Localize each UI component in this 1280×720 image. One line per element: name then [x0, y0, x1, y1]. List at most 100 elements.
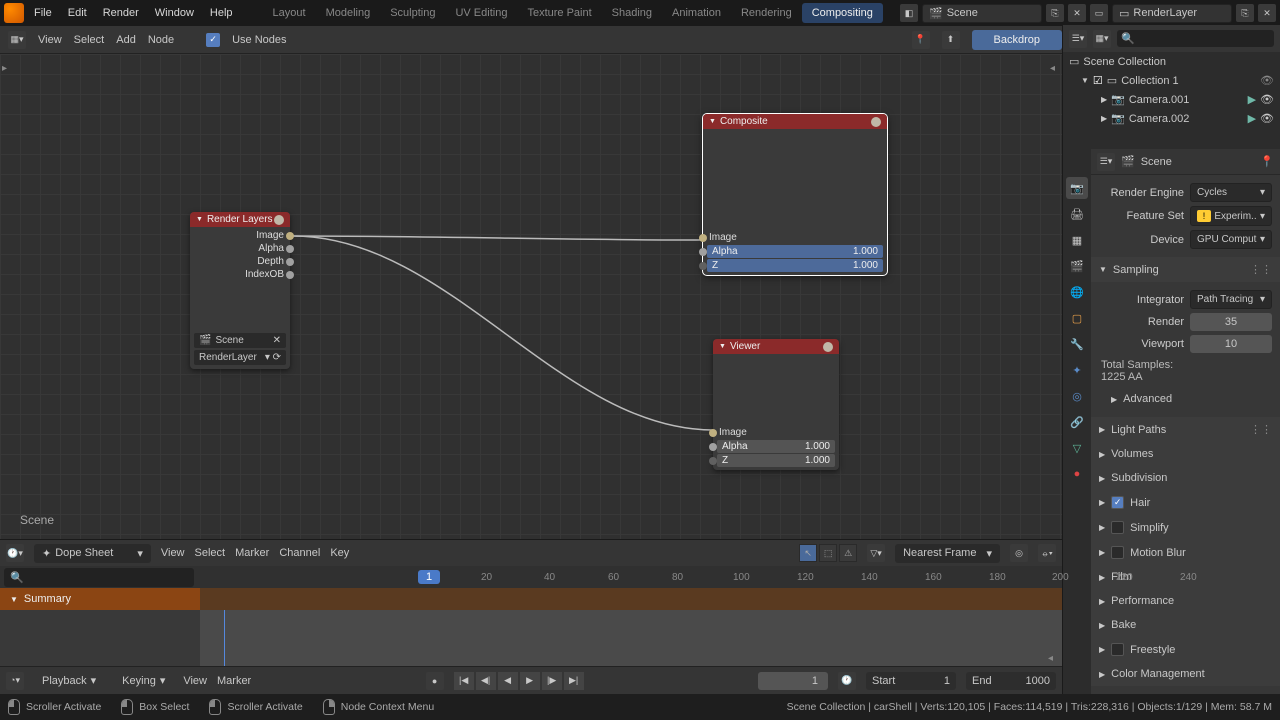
app-icon[interactable] [4, 3, 24, 23]
node-preview-toggle[interactable] [871, 117, 881, 127]
outliner-editor-type-icon[interactable]: ☰▾ [1069, 30, 1087, 48]
prop-tab-material[interactable]: ● [1066, 463, 1088, 485]
panel-motion-blur[interactable]: ▶Motion Blur [1091, 540, 1280, 565]
node-canvas[interactable]: ▼Render Layers Image Alpha Depth IndexOB… [0, 54, 1062, 539]
summary-channel[interactable]: ▼Summary [0, 588, 200, 610]
options-icon[interactable]: ⋮⋮ [1250, 423, 1272, 436]
layer-browse-icon[interactable]: ▭ [1090, 4, 1108, 22]
prop-tab-scene[interactable]: 🎬 [1066, 255, 1088, 277]
next-key-icon[interactable]: |▶ [542, 672, 562, 690]
simplify-checkbox[interactable] [1111, 521, 1124, 534]
freestyle-checkbox[interactable] [1111, 643, 1124, 656]
playback-editor-type-icon[interactable]: ◔▾ [6, 672, 24, 690]
menu-window[interactable]: Window [155, 7, 194, 19]
node-scene-select[interactable]: 🎬Scene✕ [194, 333, 286, 348]
play-reverse-icon[interactable]: ◀ [498, 672, 518, 690]
dropdown-feature-set[interactable]: !Experim..▾ [1190, 206, 1272, 226]
node-composite[interactable]: ▼Composite Image Alpha1.000 Z1.000 [703, 114, 887, 275]
sidebar-collapse-icon[interactable]: ◂ [1050, 60, 1060, 76]
node-menu-node[interactable]: Node [148, 34, 174, 46]
dopesheet-editor-type-icon[interactable]: 🕐▾ [6, 544, 24, 562]
panel-freestyle[interactable]: ▶Freestyle [1091, 637, 1280, 662]
dope-menu-view[interactable]: View [161, 547, 185, 559]
scene-browse-icon[interactable]: ◧ [900, 4, 918, 22]
node-render-layers[interactable]: ▼Render Layers Image Alpha Depth IndexOB… [190, 212, 290, 369]
menu-render[interactable]: Render [103, 7, 139, 19]
proportional-icon[interactable]: ◎ [1010, 544, 1028, 562]
tab-uv[interactable]: UV Editing [445, 3, 517, 23]
tree-camera-002[interactable]: ▶📷Camera.002 ▶👁 [1063, 109, 1280, 128]
new-scene-icon[interactable]: ⎘ [1046, 4, 1064, 22]
backdrop-button[interactable]: Backdrop [972, 30, 1062, 50]
panel-color-mgmt[interactable]: ▶Color Management [1091, 662, 1280, 686]
end-frame-input[interactable]: End1000 [966, 672, 1056, 690]
panel-simplify[interactable]: ▶Simplify [1091, 515, 1280, 540]
snap-dropdown[interactable]: Nearest Frame▾ [895, 544, 1000, 563]
node-preview-toggle[interactable] [823, 342, 833, 352]
outliner-search[interactable]: 🔍 [1117, 30, 1274, 47]
jump-start-icon[interactable]: |◀ [454, 672, 474, 690]
input-viewport-samples[interactable]: 10 [1190, 335, 1272, 353]
dropdown-integrator[interactable]: Path Tracing▾ [1190, 290, 1272, 309]
dopesheet-mode-dropdown[interactable]: ✦Dope Sheet▾ [34, 544, 151, 563]
toolbar-collapse-icon[interactable]: ▸ [2, 60, 12, 76]
menu-file[interactable]: File [34, 7, 52, 19]
keying-menu[interactable]: Keying▾ [114, 671, 173, 690]
editor-type-icon[interactable]: ▦▾ [8, 31, 26, 49]
pin-icon[interactable]: 📍 [912, 31, 930, 49]
playback-menu-marker[interactable]: Marker [217, 675, 251, 687]
panel-sampling[interactable]: ▼Sampling ⋮⋮ [1091, 257, 1280, 282]
falloff-icon[interactable]: ⦵▾ [1038, 544, 1056, 562]
node-z-value[interactable]: Z1.000 [707, 259, 883, 272]
auto-keying-icon[interactable]: ● [426, 672, 444, 690]
prop-tab-particle[interactable]: ✦ [1066, 359, 1088, 381]
play-icon[interactable]: ▶ [520, 672, 540, 690]
prop-tab-data[interactable]: ▽ [1066, 437, 1088, 459]
panel-hair[interactable]: ▶Hair [1091, 490, 1280, 515]
node-header-composite[interactable]: ▼Composite [703, 114, 887, 129]
dope-menu-key[interactable]: Key [330, 547, 349, 559]
tab-texture-paint[interactable]: Texture Paint [517, 3, 601, 23]
prop-tab-physics[interactable]: ◎ [1066, 385, 1088, 407]
panel-light-paths[interactable]: ▶Light Paths⋮⋮ [1091, 417, 1280, 442]
panel-bake[interactable]: ▶Bake [1091, 613, 1280, 637]
new-layer-icon[interactable]: ⎘ [1236, 4, 1254, 22]
dropdown-device[interactable]: GPU Comput▾ [1190, 230, 1272, 249]
prop-tab-object[interactable]: ▢ [1066, 307, 1088, 329]
dope-collapse-icon[interactable]: ◂ [1048, 650, 1058, 666]
hair-checkbox[interactable] [1111, 496, 1124, 509]
playhead[interactable] [224, 610, 225, 670]
scene-name-field[interactable]: 🎬Scene [922, 4, 1042, 23]
panel-volumes[interactable]: ▶Volumes [1091, 442, 1280, 466]
tab-shading[interactable]: Shading [602, 3, 662, 23]
node-header-viewer[interactable]: ▼Viewer [713, 339, 839, 354]
panel-performance[interactable]: ▶Performance [1091, 589, 1280, 613]
prop-editor-type-icon[interactable]: ☰▾ [1097, 153, 1115, 171]
node-alpha-value[interactable]: Alpha1.000 [707, 245, 883, 258]
tab-modeling[interactable]: Modeling [316, 3, 381, 23]
dope-menu-channel[interactable]: Channel [279, 547, 320, 559]
input-render-samples[interactable]: 35 [1190, 313, 1272, 331]
dropdown-render-engine[interactable]: Cycles▾ [1190, 183, 1272, 202]
dope-menu-select[interactable]: Select [195, 547, 226, 559]
warn-icon[interactable]: ⚠ [839, 544, 857, 562]
node-viewer[interactable]: ▼Viewer Image Alpha1.000 Z1.000 [713, 339, 839, 470]
filter-icon[interactable]: ▽▾ [867, 544, 885, 562]
prop-tab-world[interactable]: 🌐 [1066, 281, 1088, 303]
pin-icon[interactable]: 📍 [1260, 155, 1274, 168]
jump-end-icon[interactable]: ▶| [564, 672, 584, 690]
delete-layer-icon[interactable]: ✕ [1258, 4, 1276, 22]
preview-range-icon[interactable]: 🕐 [838, 672, 856, 690]
tree-camera-001[interactable]: ▶📷Camera.001 ▶👁 [1063, 90, 1280, 109]
menu-edit[interactable]: Edit [68, 7, 87, 19]
node-header-render-layers[interactable]: ▼Render Layers [190, 212, 290, 227]
prev-key-icon[interactable]: ◀| [476, 672, 496, 690]
select-tool-icon[interactable]: ↖ [799, 544, 817, 562]
prop-tab-output[interactable]: 🖨 [1066, 203, 1088, 225]
current-frame-marker[interactable]: 1 [418, 570, 440, 584]
motion-blur-checkbox[interactable] [1111, 546, 1124, 559]
use-nodes-checkbox[interactable] [206, 33, 220, 47]
outliner-display-mode-icon[interactable]: ▦▾ [1093, 30, 1111, 48]
node-alpha-value[interactable]: Alpha1.000 [717, 440, 835, 453]
breadcrumb-scene[interactable]: Scene [1141, 156, 1172, 168]
